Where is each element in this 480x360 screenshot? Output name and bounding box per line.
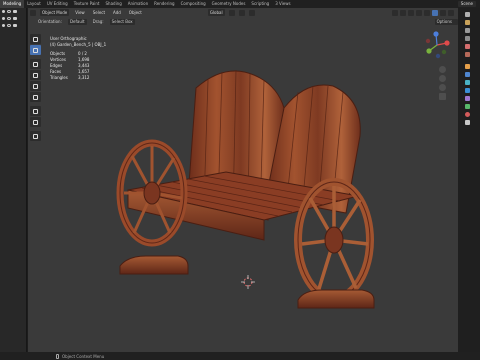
scene-properties-icon[interactable] — [465, 44, 470, 49]
render-camera-icon[interactable] — [13, 10, 17, 13]
outliner-row[interactable] — [0, 8, 26, 15]
3d-viewport[interactable]: Object Mode View Select Add Object Globa… — [28, 8, 458, 352]
expand-icon[interactable] — [2, 17, 5, 20]
tab-rendering[interactable]: Rendering — [151, 0, 177, 8]
render-camera-icon[interactable] — [13, 24, 17, 27]
tab-geometry-nodes[interactable]: Geometry Nodes — [209, 0, 249, 8]
physics-icon[interactable] — [465, 88, 470, 93]
object-properties-icon[interactable] — [465, 64, 470, 69]
properties-tabs — [458, 8, 480, 352]
texture-properties-icon[interactable] — [465, 120, 470, 125]
tab-scripting[interactable]: Scripting — [248, 0, 272, 8]
tab-layout[interactable]: Layout — [24, 0, 44, 8]
tab-modeling[interactable]: Modeling — [0, 0, 25, 8]
tab-texture-paint[interactable]: Texture Paint — [71, 0, 103, 8]
world-properties-icon[interactable] — [465, 52, 470, 57]
view-layer-icon[interactable] — [465, 36, 470, 41]
tab-compositing[interactable]: Compositing — [178, 0, 209, 8]
tab-3-views[interactable]: 3 Views — [272, 0, 293, 8]
garden-bench-model[interactable] — [28, 8, 458, 352]
blender-window: Modeling Layout UV Editing Texture Paint… — [0, 0, 480, 360]
tab-uv-editing[interactable]: UV Editing — [44, 0, 71, 8]
render-properties-icon[interactable] — [465, 20, 470, 25]
status-bar: Object Context Menu — [0, 352, 480, 360]
workspace-tabs-bar: Modeling Layout UV Editing Texture Paint… — [0, 0, 480, 8]
expand-icon[interactable] — [2, 24, 5, 27]
status-hint: Object Context Menu — [62, 353, 105, 359]
render-camera-icon[interactable] — [13, 17, 17, 20]
outliner-panel — [0, 8, 27, 360]
outliner-row[interactable] — [0, 15, 26, 22]
mouse-right-click-icon — [56, 353, 59, 359]
output-properties-icon[interactable] — [465, 28, 470, 33]
visibility-eye-icon[interactable] — [7, 10, 11, 13]
visibility-eye-icon[interactable] — [7, 24, 11, 27]
expand-icon[interactable] — [2, 10, 5, 13]
visibility-eye-icon[interactable] — [7, 17, 11, 20]
material-properties-icon[interactable] — [465, 112, 470, 117]
data-properties-icon[interactable] — [465, 104, 470, 109]
particles-icon[interactable] — [465, 80, 470, 85]
constraints-icon[interactable] — [465, 96, 470, 101]
right-wheel — [294, 178, 374, 302]
tool-properties-icon[interactable] — [465, 12, 470, 17]
3d-cursor[interactable] — [241, 275, 255, 289]
modifier-properties-icon[interactable] — [465, 72, 470, 77]
scene-selector[interactable]: Scene — [457, 1, 476, 7]
tab-animation[interactable]: Animation — [125, 0, 151, 8]
tab-shading[interactable]: Shading — [103, 0, 125, 8]
outliner-row[interactable] — [0, 22, 26, 29]
